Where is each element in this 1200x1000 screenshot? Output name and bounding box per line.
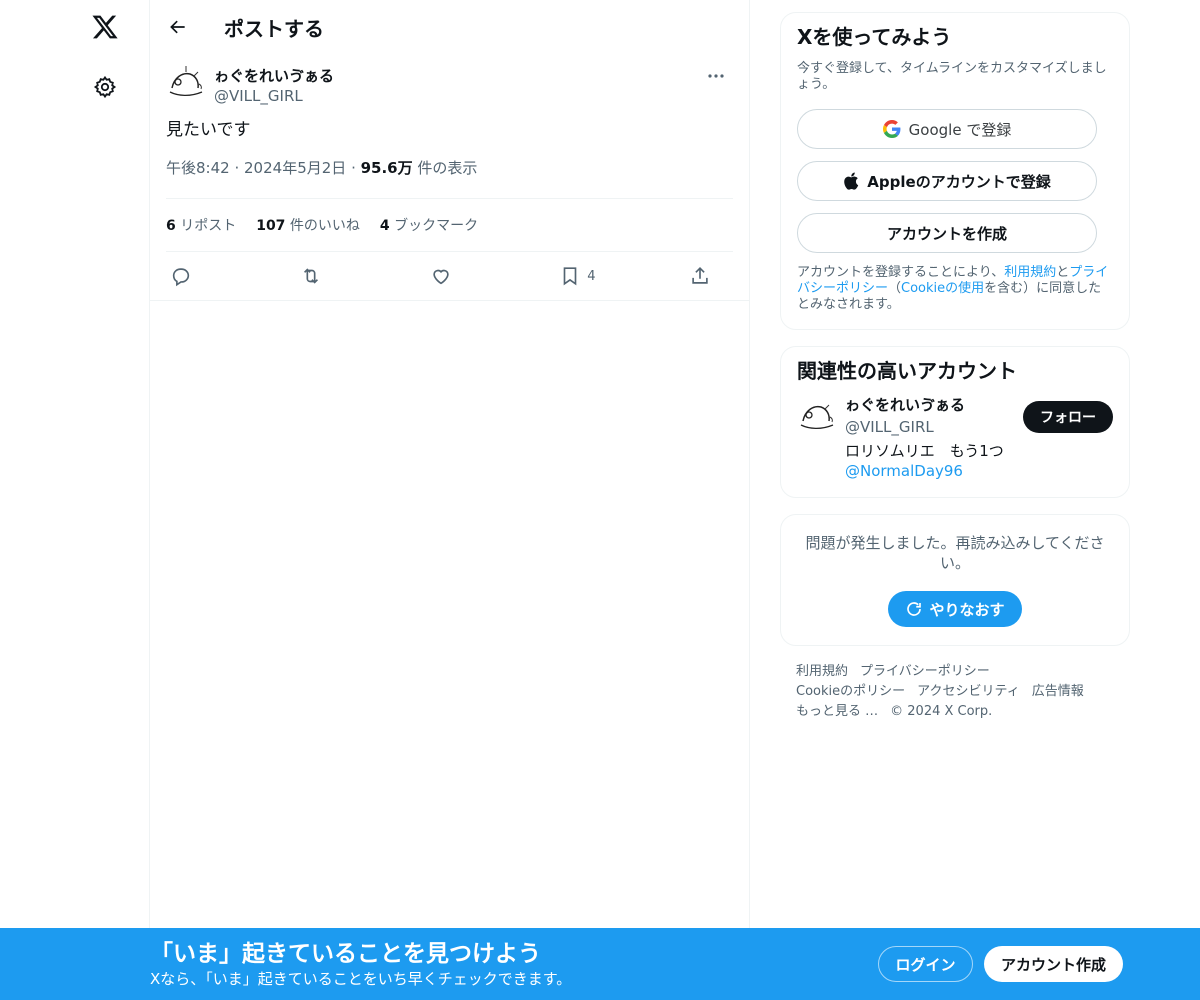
back-arrow-icon[interactable]	[166, 15, 190, 39]
create-account-label: アカウントを作成	[886, 224, 1007, 243]
related-handle[interactable]: @VILL_GIRL	[845, 417, 1023, 437]
legal-and: と	[1056, 265, 1070, 280]
right-sidebar: Xを使ってみよう 今すぐ登録して、タイムラインをカスタマイズしましょう。 Goo…	[780, 12, 1130, 722]
footer-link-terms[interactable]: 利用規約	[796, 664, 848, 679]
footer-link-cookie[interactable]: Cookieのポリシー	[796, 684, 905, 699]
footer-links: 利用規約 プライバシーポリシー Cookieのポリシー アクセシビリティ 広告情報 も…	[780, 662, 1130, 722]
bookmarks-stat[interactable]: 4 ブックマーク	[380, 215, 478, 235]
repost-button[interactable]	[300, 265, 340, 287]
page-title: ポストする	[224, 16, 324, 41]
banner-subtitle: Xなら、「いま」起きていることをいち早くチェックできます。	[150, 970, 572, 988]
error-card: 問題が発生しました。再読み込みしてください。 やりなおす	[780, 514, 1130, 646]
error-message: 問題が発生しました。再読み込みしてください。	[805, 534, 1105, 572]
repost-icon	[303, 268, 318, 284]
retry-label: やりなおす	[929, 600, 1005, 619]
apple-icon	[844, 172, 859, 190]
x-logo-icon[interactable]	[88, 10, 122, 44]
bookmarks-label: ブックマーク	[394, 218, 479, 234]
apple-signup-button[interactable]: Appleのアカウントで登録	[797, 161, 1097, 201]
create-account-button[interactable]: アカウントを作成	[797, 213, 1097, 253]
likes-stat[interactable]: 107 件のいいね	[256, 215, 360, 235]
main-column: ポストする ゎぐをれいゔぁる @VILL_GIRL 見たいです 午後8:42 ·…	[149, 0, 750, 1000]
signup-subtitle: 今すぐ登録して、タイムラインをカスタマイズしましょう。	[797, 61, 1107, 92]
heart-icon	[432, 269, 449, 285]
signup-button[interactable]: アカウント作成	[984, 946, 1123, 982]
gear-icon[interactable]	[88, 70, 122, 104]
cookie-link[interactable]: Cookieの使用	[901, 281, 984, 296]
share-button[interactable]	[689, 265, 729, 287]
post-meta: 午後8:42 · 2024年5月2日 · 95.6万 件の表示	[166, 159, 478, 177]
reposts-count: 6	[166, 218, 176, 234]
apple-signup-label: Appleのアカウントで登録	[867, 172, 1051, 191]
reposts-label: リポスト	[180, 218, 237, 234]
related-account[interactable]: ゎぐをれいゔぁる @VILL_GIRL ロリソムリエ もう1つ @NormalDa…	[797, 395, 1113, 481]
legal-text: アカウントを登録することにより、利用規約とプライバシーポリシー（Cookieの使…	[797, 265, 1113, 313]
bottom-banner: 「いま」起きていることを見つけよう Xなら、「いま」起きていることをいち早くチェ…	[0, 928, 1200, 1000]
footer-link-ads[interactable]: 広告情報	[1032, 684, 1084, 699]
post-author: ゎぐをれいゔぁる @VILL_GIRL	[166, 54, 733, 110]
post-date[interactable]: 2024年5月2日	[244, 159, 346, 177]
related-bio-text: ロリソムリエ もう1つ	[845, 442, 1004, 460]
reposts-stat[interactable]: 6 リポスト	[166, 215, 236, 235]
author-name[interactable]: ゎぐをれいゔぁる	[214, 66, 334, 86]
footer-link-accessibility[interactable]: アクセシビリティ	[917, 684, 1020, 699]
reply-icon	[172, 268, 190, 287]
post-time[interactable]: 午後8:42	[166, 159, 230, 177]
bookmark-button[interactable]: 4	[559, 265, 599, 287]
post-divider	[150, 300, 749, 301]
follow-button[interactable]: フォロー	[1023, 401, 1113, 433]
retry-button[interactable]: やりなおす	[888, 591, 1022, 627]
footer-link-privacy[interactable]: プライバシーポリシー	[860, 664, 990, 679]
post: ゎぐをれいゔぁる @VILL_GIRL 見たいです 午後8:42 · 2024年…	[150, 54, 749, 301]
share-icon	[692, 267, 708, 284]
reply-button[interactable]	[170, 265, 210, 287]
signup-title: Xを使ってみよう	[797, 25, 952, 49]
avatar[interactable]	[166, 62, 206, 102]
related-bio-link[interactable]: @NormalDay96	[845, 462, 963, 480]
related-name[interactable]: ゎぐをれいゔぁる	[845, 395, 1023, 415]
refresh-icon	[907, 602, 922, 616]
bookmark-count: 4	[587, 268, 596, 284]
login-button[interactable]: ログイン	[878, 946, 973, 982]
like-button[interactable]	[430, 265, 470, 287]
bookmarks-count: 4	[379, 218, 390, 234]
avatar[interactable]	[797, 395, 837, 435]
left-nav	[0, 0, 150, 1000]
related-title: 関連性の高いアカウント	[797, 359, 1017, 383]
related-accounts-card: 関連性の高いアカウント ゎぐをれいゔぁる @VILL_GIRL ロリソムリエ も…	[780, 346, 1130, 498]
author-handle[interactable]: @VILL_GIRL	[214, 86, 334, 106]
likes-count: 107	[256, 218, 286, 234]
likes-label: 件のいいね	[289, 218, 360, 234]
post-actions: 4	[166, 252, 733, 300]
google-signup-button[interactable]: Google で登録	[797, 109, 1097, 149]
banner-title: 「いま」起きていることを見つけよう	[150, 941, 541, 967]
views-label: 件の表示	[417, 159, 478, 177]
terms-link[interactable]: 利用規約	[1004, 265, 1056, 280]
footer-copyright: © 2024 X Corp.	[890, 704, 993, 719]
page-header: ポストする	[150, 0, 749, 54]
related-bio: ロリソムリエ もう1つ @NormalDay96	[845, 441, 1023, 481]
more-options-icon[interactable]	[701, 64, 731, 88]
bookmark-icon	[563, 267, 577, 286]
legal-prefix: アカウントを登録することにより、	[797, 265, 1005, 280]
signup-card: Xを使ってみよう 今すぐ登録して、タイムラインをカスタマイズしましょう。 Goo…	[780, 12, 1130, 330]
views-count: 95.6万	[360, 159, 413, 177]
google-signup-label: Google で登録	[908, 120, 1012, 139]
footer-link-more[interactable]: もっと見る …	[796, 704, 878, 719]
post-stats: 6 リポスト 107 件のいいね 4 ブックマーク	[166, 198, 733, 252]
legal-open: （	[888, 281, 902, 296]
post-text: 見たいです	[166, 120, 251, 140]
google-icon	[882, 120, 901, 138]
